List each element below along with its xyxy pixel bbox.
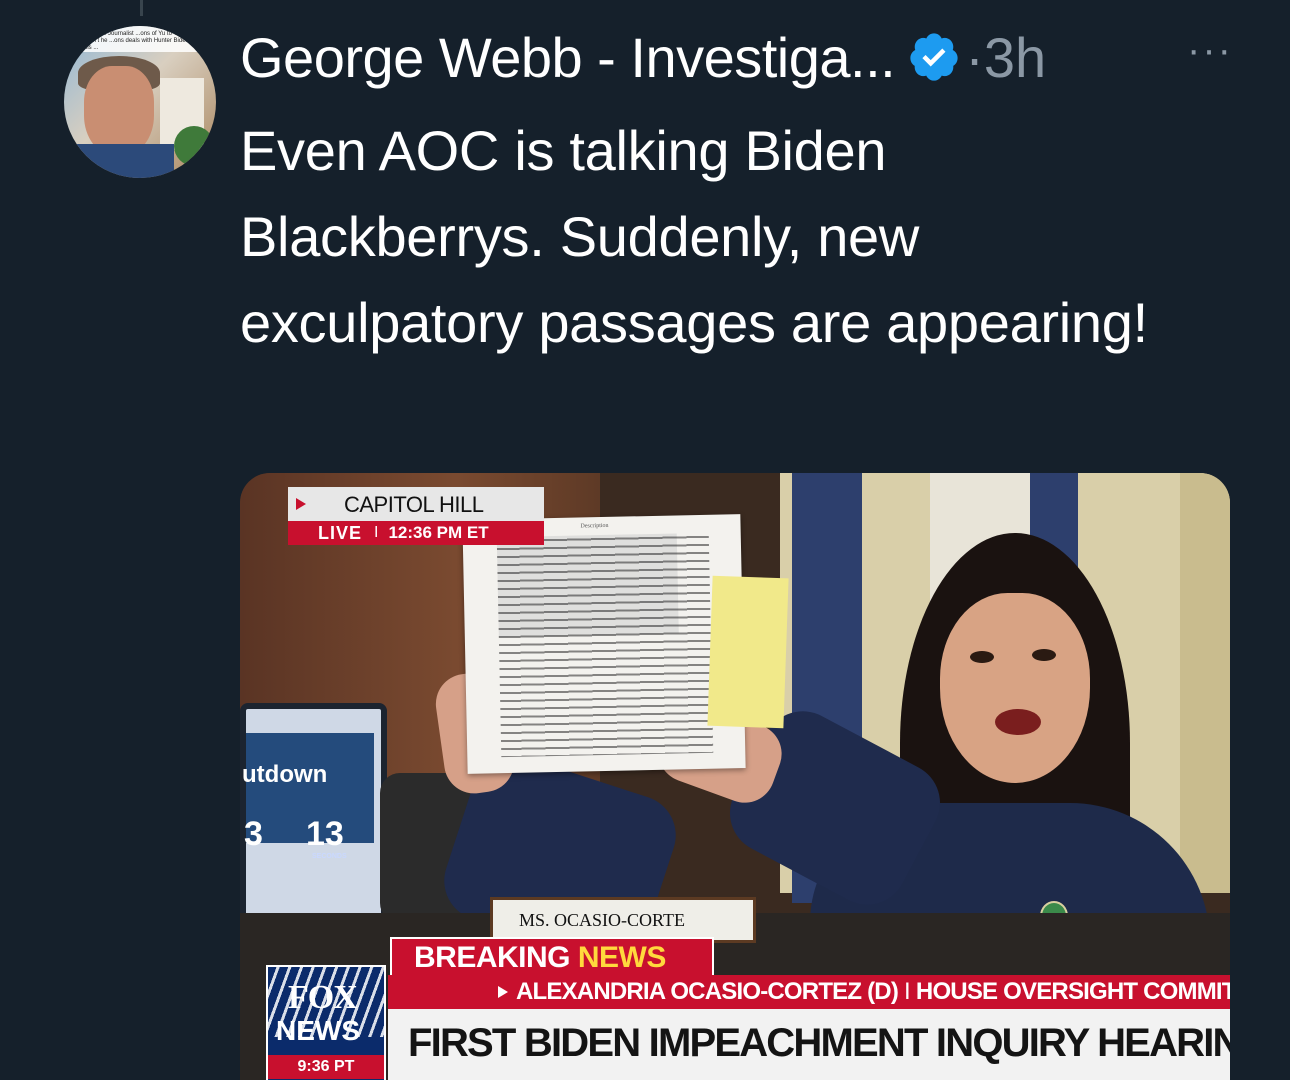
breaking-news-box: BREAKING NEWS	[390, 937, 714, 977]
sticky-note	[707, 575, 789, 729]
avatar-banner-text: ...igative Journalist ...ons of Yu to Tr…	[84, 31, 202, 51]
breaking-word: BREAKING	[414, 941, 571, 974]
countdown-screen: utdown 3 13 SECONDS	[242, 733, 374, 860]
chyron-headline-bar: FIRST BIDEN IMPEACHMENT INQUIRY HEARING …	[388, 1009, 1230, 1080]
location-top: CAPITOL HILL	[288, 487, 544, 521]
network-time: 9:36 PT	[268, 1055, 384, 1079]
avatar-banner: ...igative Journalist ...ons of Yu to Tr…	[64, 26, 216, 52]
thread-line	[140, 0, 143, 16]
play-triangle-icon	[296, 498, 306, 510]
chyron-divider: I	[904, 978, 911, 1005]
tweet-text: Even AOC is talking Biden Blackberrys. S…	[240, 119, 1148, 354]
held-document: Description	[462, 514, 746, 774]
network-logo-line2: NEWS	[276, 1015, 360, 1046]
document-text-lines	[496, 532, 714, 758]
avatar[interactable]: ...igative Journalist ...ons of Yu to Tr…	[64, 26, 216, 178]
nameplate-text: MS. OCASIO-CORTE	[519, 910, 685, 930]
more-options-icon[interactable]: ···	[1180, 28, 1240, 72]
chyron-committee: HOUSE OVERSIGHT COMMITTEE	[915, 978, 1230, 1005]
avatar-tree	[174, 126, 214, 166]
chyron-subtitle: ALEXANDRIA OCASIO-CORTEZ (D) I HOUSE OVERS…	[516, 978, 1230, 1006]
speaker-eye	[1032, 649, 1056, 661]
header-separator: ·	[965, 25, 984, 89]
document-heading: Description	[580, 522, 609, 530]
countdown-label: utdown	[242, 761, 328, 788]
live-strip: LIVE I 12:36 PM ET	[288, 521, 544, 545]
network-logo-line1: FOX	[288, 979, 358, 1016]
verified-badge-icon	[907, 30, 961, 84]
speaker-mouth	[995, 709, 1041, 735]
tweet-time[interactable]: 3h	[984, 25, 1046, 90]
chyron-person-name: ALEXANDRIA OCASIO-CORTEZ (D)	[516, 978, 899, 1005]
author-name[interactable]: George Webb - Investiga...	[240, 25, 896, 90]
live-label: LIVE	[318, 522, 363, 543]
speaker-eye	[970, 651, 994, 663]
countdown-sub-label: SECONDS	[312, 853, 347, 860]
chyron-subtitle-bar: ALEXANDRIA OCASIO-CORTEZ (D) I HOUSE OVERS…	[388, 975, 1230, 1009]
countdown-right-value: 13	[306, 815, 344, 853]
location-title: CAPITOL HILL	[344, 492, 484, 517]
tweet-header: George Webb - Investiga... · 3h	[240, 22, 1046, 92]
speaker-face	[940, 593, 1090, 783]
breaking-news-label: BREAKING NEWS	[414, 941, 666, 975]
live-separator: I	[374, 524, 379, 541]
avatar-shirt	[64, 144, 174, 178]
play-triangle-icon	[498, 986, 508, 998]
news-word: NEWS	[577, 941, 667, 974]
live-time: 12:36 PM ET	[388, 523, 489, 542]
network-logo: FOX NEWS 9:36 PT	[266, 965, 386, 1080]
chyron-headline: FIRST BIDEN IMPEACHMENT INQUIRY HEARING …	[408, 1021, 1230, 1065]
countdown-left-value: 3	[244, 815, 263, 853]
tweet-media-image[interactable]: utdown 3 13 SECONDS Description CAPITOL …	[240, 473, 1230, 1080]
news-chyron: BREAKING NEWS ALEXANDRIA OCASIO-CORTEZ (…	[240, 935, 1230, 1080]
avatar-face	[84, 66, 154, 156]
location-bug: CAPITOL HILL LIVE I 12:36 PM ET	[288, 487, 544, 545]
